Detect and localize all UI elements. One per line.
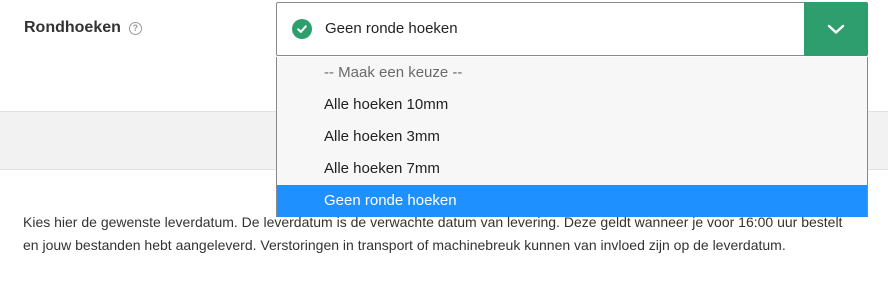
delivery-info-text: Kies hier de gewenste leverdatum. De lev… bbox=[23, 214, 843, 253]
dropdown-toggle-button[interactable] bbox=[804, 2, 868, 56]
rondhoeken-select[interactable]: Geen ronde hoeken bbox=[276, 2, 868, 56]
field-label-text: Rondhoeken bbox=[24, 19, 121, 36]
dropdown-options-list: -- Maak een keuze -- Alle hoeken 10mm Al… bbox=[276, 57, 868, 217]
dropdown-option[interactable]: Alle hoeken 3mm bbox=[277, 121, 867, 153]
question-circle-icon[interactable]: ? bbox=[128, 21, 142, 35]
field-label-rondhoeken: Rondhoeken ? bbox=[24, 19, 142, 37]
dropdown-option[interactable]: Alle hoeken 7mm bbox=[277, 153, 867, 185]
select-current-value: Geen ronde hoeken bbox=[325, 20, 458, 37]
dropdown-option-selected[interactable]: Geen ronde hoeken bbox=[277, 185, 867, 217]
dropdown-option-placeholder[interactable]: -- Maak een keuze -- bbox=[277, 57, 867, 89]
check-circle-icon bbox=[292, 19, 312, 39]
dropdown-option[interactable]: Alle hoeken 10mm bbox=[277, 89, 867, 121]
chevron-down-icon bbox=[827, 24, 845, 34]
